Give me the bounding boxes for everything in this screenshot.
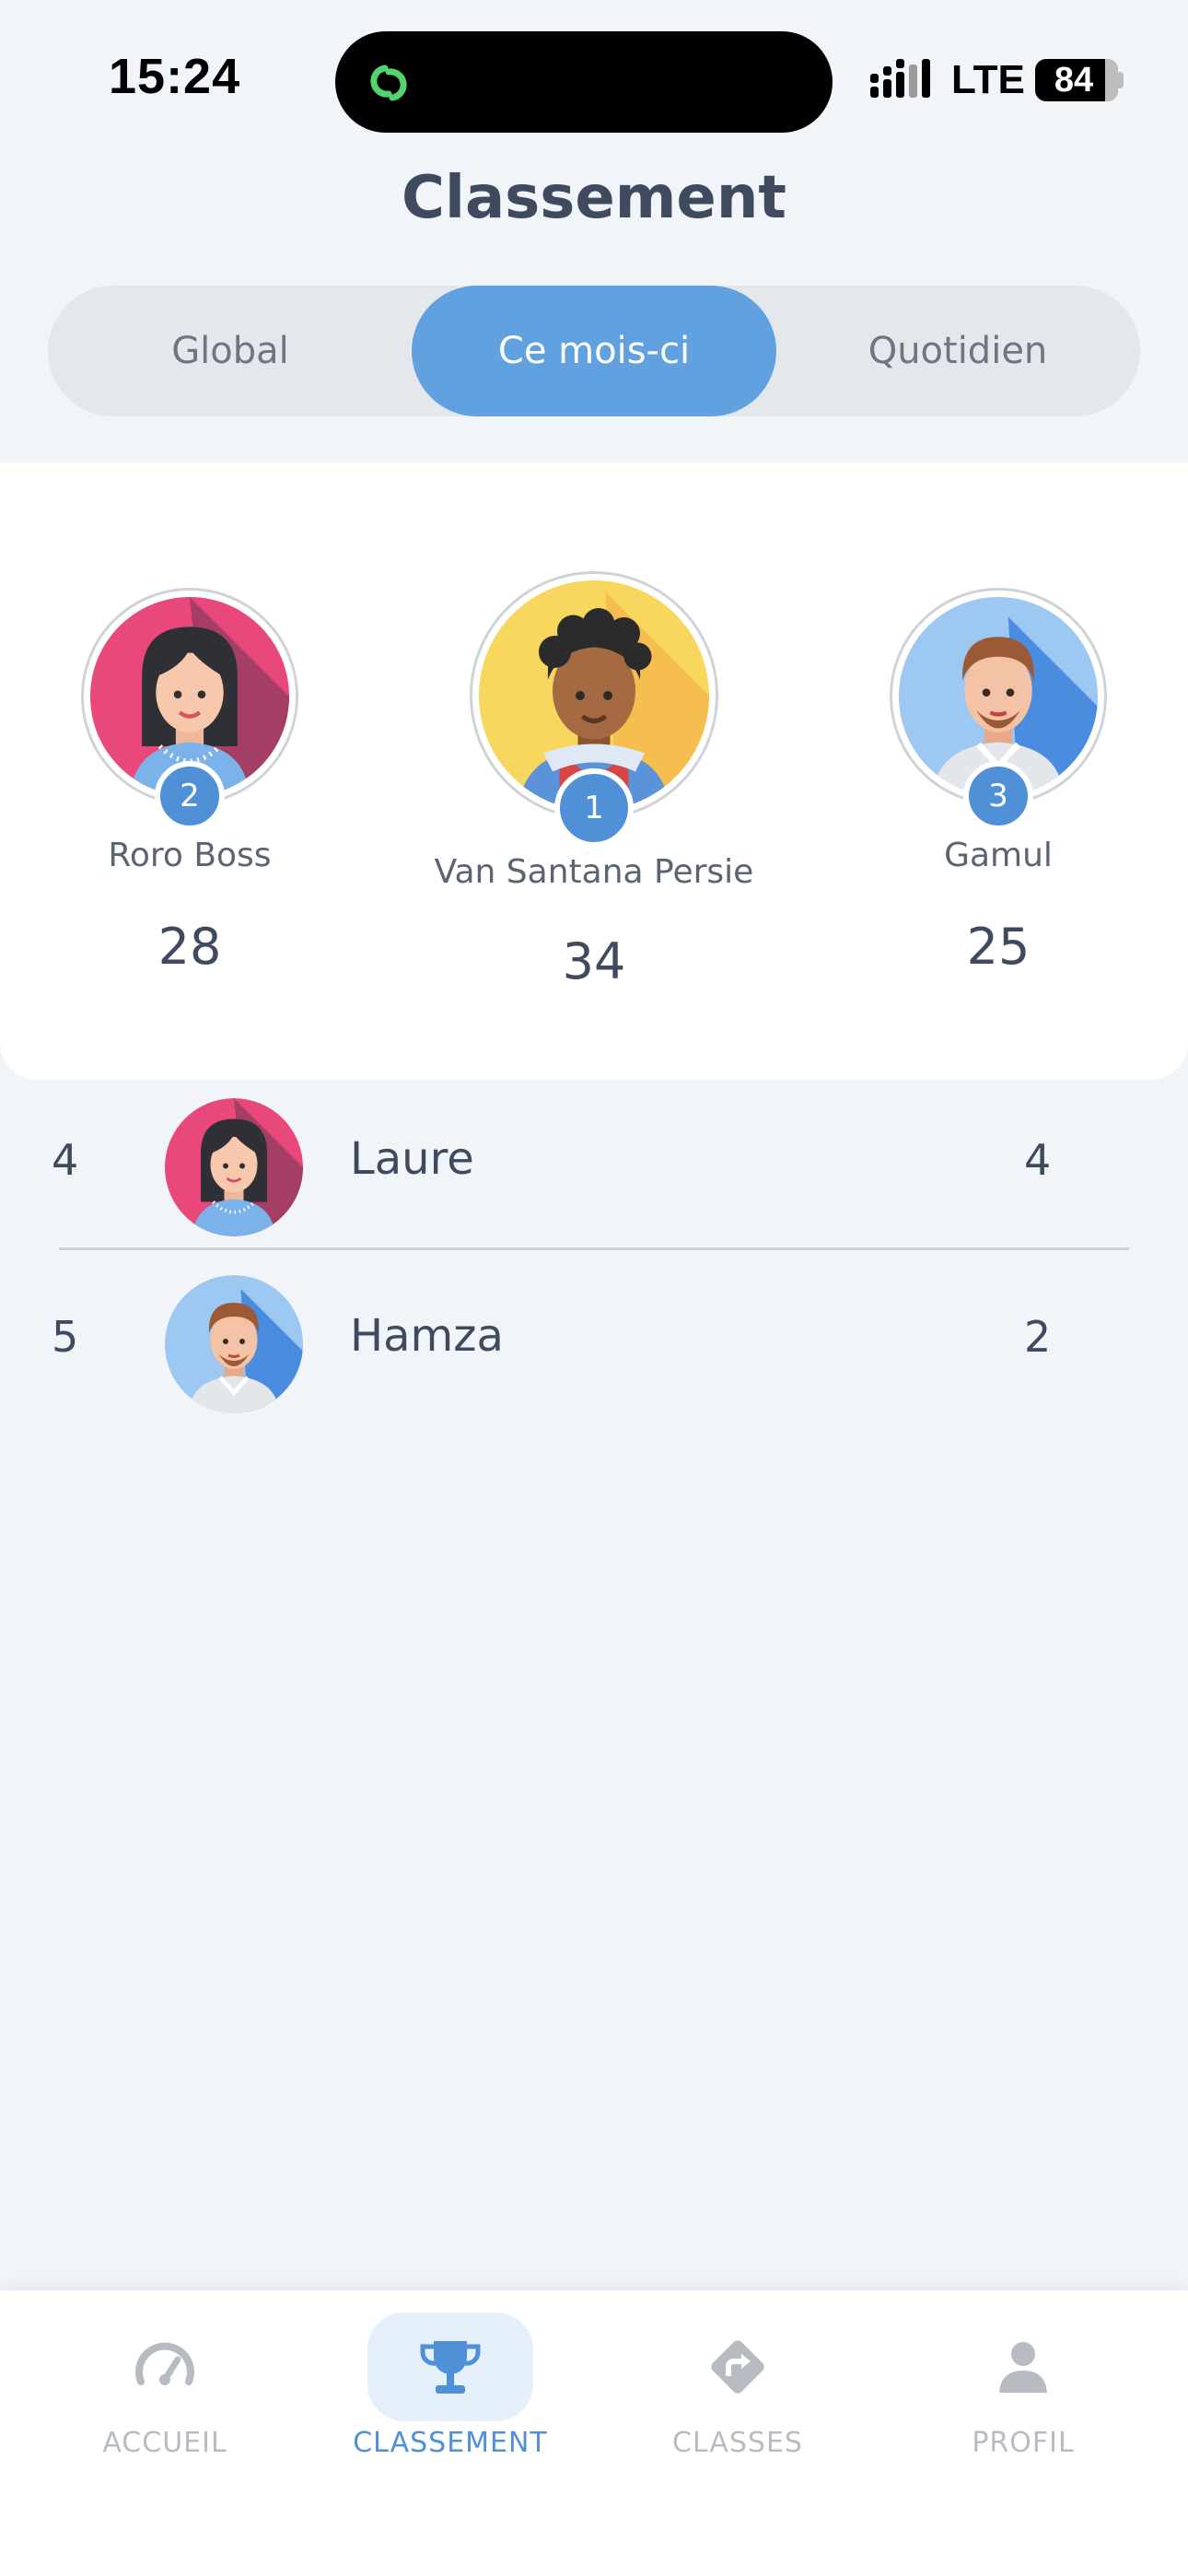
tab-classes[interactable]: CLASSES — [589, 2290, 886, 2475]
network-type: LTE — [951, 57, 1025, 102]
podium-second-name: Roro Boss — [108, 837, 272, 874]
man-avatar-icon — [165, 1275, 303, 1413]
tab-classement-label: CLASSEMENT — [353, 2427, 548, 2459]
tab-accueil-label: ACCUEIL — [102, 2427, 227, 2459]
podium-second-score: 28 — [157, 918, 222, 976]
podium-third-name: Gamul — [944, 837, 1053, 874]
row-avatar — [162, 1275, 306, 1413]
podium: 2 Roro Boss 28 1 Van Santana Persie 34 3… — [0, 463, 1188, 1080]
podium-third-score: 25 — [966, 918, 1031, 976]
podium-first-name: Van Santana Persie — [434, 853, 754, 891]
link-app-icon — [370, 64, 407, 101]
podium-second-rank-badge: 2 — [155, 761, 225, 831]
ranking-row[interactable]: 4 Laure 4 — [0, 1080, 1188, 1255]
person-icon — [999, 2342, 1047, 2393]
podium-first-score: 34 — [562, 932, 626, 990]
tab-profil-icon-wrap — [940, 2313, 1106, 2421]
speedometer-icon — [135, 2342, 194, 2385]
status-bar: 15:24 LTE 84 — [0, 0, 1188, 157]
battery-cap — [1118, 72, 1124, 88]
woman-avatar-icon — [165, 1098, 303, 1236]
row-name: Laure — [350, 1133, 474, 1185]
tab-profil-label: PROFIL — [972, 2427, 1075, 2459]
trophy-icon — [420, 2341, 481, 2394]
ranking-row[interactable]: 5 Hamza 2 — [0, 1257, 1188, 1432]
battery-level: 84 — [1054, 61, 1094, 100]
podium-first-rank-badge: 1 — [554, 768, 634, 848]
tab-profil[interactable]: PROFIL — [875, 2290, 1171, 2475]
dynamic-island — [335, 31, 833, 133]
tab-classes-icon-wrap — [655, 2313, 821, 2421]
segment-daily[interactable]: Quotidien — [775, 286, 1140, 416]
direction-sign-icon — [711, 2340, 764, 2394]
period-segmented-control: Global Ce mois-ci Quotidien — [48, 286, 1140, 416]
segment-global[interactable]: Global — [48, 286, 413, 416]
signal-icon — [870, 59, 930, 98]
row-avatar — [162, 1098, 306, 1236]
row-score: 2 — [1024, 1312, 1052, 1362]
row-divider — [59, 1247, 1129, 1250]
tab-classes-label: CLASSES — [672, 2427, 803, 2459]
row-name: Hamza — [350, 1310, 504, 1362]
row-rank: 5 — [52, 1312, 79, 1362]
bottom-tab-bar: ACCUEIL CLASSEMENT CLASSES PROFIL — [0, 2290, 1188, 2576]
tab-accueil[interactable]: ACCUEIL — [17, 2290, 313, 2475]
tab-classement[interactable]: CLASSEMENT — [302, 2290, 599, 2475]
podium-third-rank-badge: 3 — [963, 761, 1033, 831]
row-score: 4 — [1024, 1135, 1052, 1185]
row-rank: 4 — [52, 1135, 79, 1185]
battery-icon: 84 — [1035, 59, 1118, 101]
tab-accueil-icon-wrap — [82, 2313, 248, 2421]
status-time: 15:24 — [109, 49, 241, 104]
tab-classement-icon-wrap — [367, 2313, 533, 2421]
page-title: Classement — [402, 164, 786, 232]
segment-this-month[interactable]: Ce mois-ci — [412, 286, 776, 416]
